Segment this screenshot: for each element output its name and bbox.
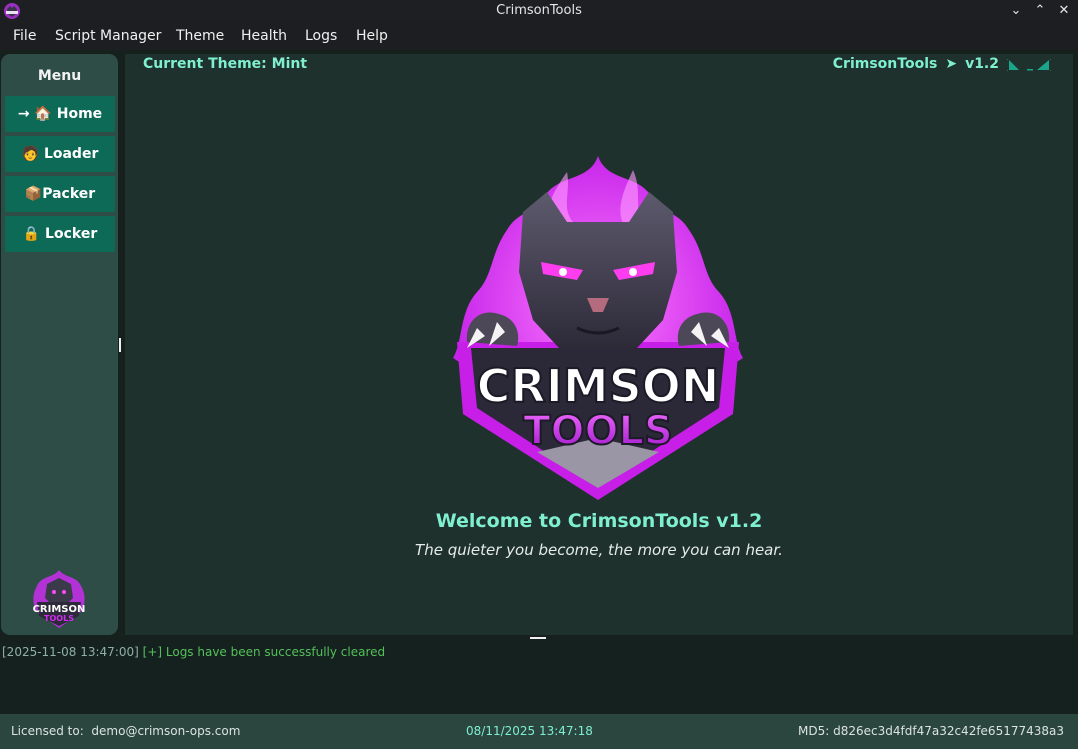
md5-label: MD5: [798, 724, 830, 738]
md5-info: MD5: d826ec3d4fdf47a32c42fe65177438a3 [798, 724, 1064, 738]
status-bar: Licensed to: demo@crimson-ops.com 08/11/… [0, 714, 1078, 749]
sidebar-item-loader[interactable]: 🧑 Loader [5, 136, 115, 172]
arrow-icon: ➤ [945, 56, 958, 72]
main-logo-text-top: CRIMSON [477, 359, 720, 413]
version-label: v1.2 [965, 56, 999, 72]
menu-health[interactable]: Health [241, 28, 287, 44]
menu-theme[interactable]: Theme [176, 28, 224, 44]
brand-name: CrimsonTools [832, 56, 938, 72]
menu-logs[interactable]: Logs [305, 28, 337, 44]
licensed-email: demo@crimson-ops.com [91, 724, 241, 738]
sidebar-item-packer[interactable]: 📦Packer [5, 176, 115, 212]
log-splitter-handle[interactable] [530, 637, 546, 639]
log-message: [+] Logs have been successfully cleared [142, 645, 386, 659]
sidebar-item-home[interactable]: → 🏠 Home [5, 96, 115, 132]
crimson-tools-small-logo: CRIMSON TOOLS [33, 570, 85, 628]
signal-bars-icon [1007, 59, 1051, 71]
licensed-label: Licensed to: [11, 724, 84, 738]
main-panel: Current Theme: Mint CrimsonTools ➤ v1.2 [125, 54, 1073, 635]
tagline-text: The quieter you become, the more you can… [415, 541, 783, 559]
sidebar-title: Menu [37, 68, 82, 84]
title-bar: CrimsonTools ⌄ ⌃ ✕ [0, 0, 1078, 22]
menu-help[interactable]: Help [356, 28, 388, 44]
menu-bar: File Script Manager Theme Health Logs He… [0, 22, 1078, 50]
small-logo-text-bottom: TOOLS [44, 614, 74, 623]
sidebar: Menu → 🏠 Home 🧑 Loader 📦Packer 🔒 Locker … [1, 54, 118, 635]
current-theme-label: Current Theme: Mint [143, 56, 308, 72]
license-info: Licensed to: demo@crimson-ops.com [11, 724, 240, 738]
window-title: CrimsonTools [496, 3, 582, 18]
menu-file[interactable]: File [13, 28, 36, 44]
md5-hash: d826ec3d4fdf47a32c42fe65177438a3 [833, 724, 1064, 738]
log-timestamp: [2025-11-08 13:47:00] [2, 645, 139, 659]
brand-version-header: CrimsonTools ➤ v1.2 [833, 56, 1051, 72]
close-button[interactable]: ✕ [1054, 1, 1074, 21]
crimson-tools-main-logo: CRIMSON TOOLS [453, 156, 743, 500]
status-datetime: 08/11/2025 13:47:18 [466, 724, 593, 738]
sidebar-splitter-handle[interactable] [119, 338, 121, 352]
log-panel[interactable]: [2025-11-08 13:47:00] [+] Logs have been… [0, 642, 1078, 712]
maximize-button[interactable]: ⌃ [1030, 1, 1050, 21]
sidebar-item-locker[interactable]: 🔒 Locker [5, 216, 115, 252]
welcome-heading: Welcome to CrimsonTools v1.2 [435, 510, 763, 532]
main-logo-text-bottom: TOOLS [523, 408, 673, 454]
log-entry: [2025-11-08 13:47:00] [+] Logs have been… [2, 645, 385, 659]
menu-script-manager[interactable]: Script Manager [55, 28, 161, 44]
minimize-button[interactable]: ⌄ [1006, 1, 1026, 21]
